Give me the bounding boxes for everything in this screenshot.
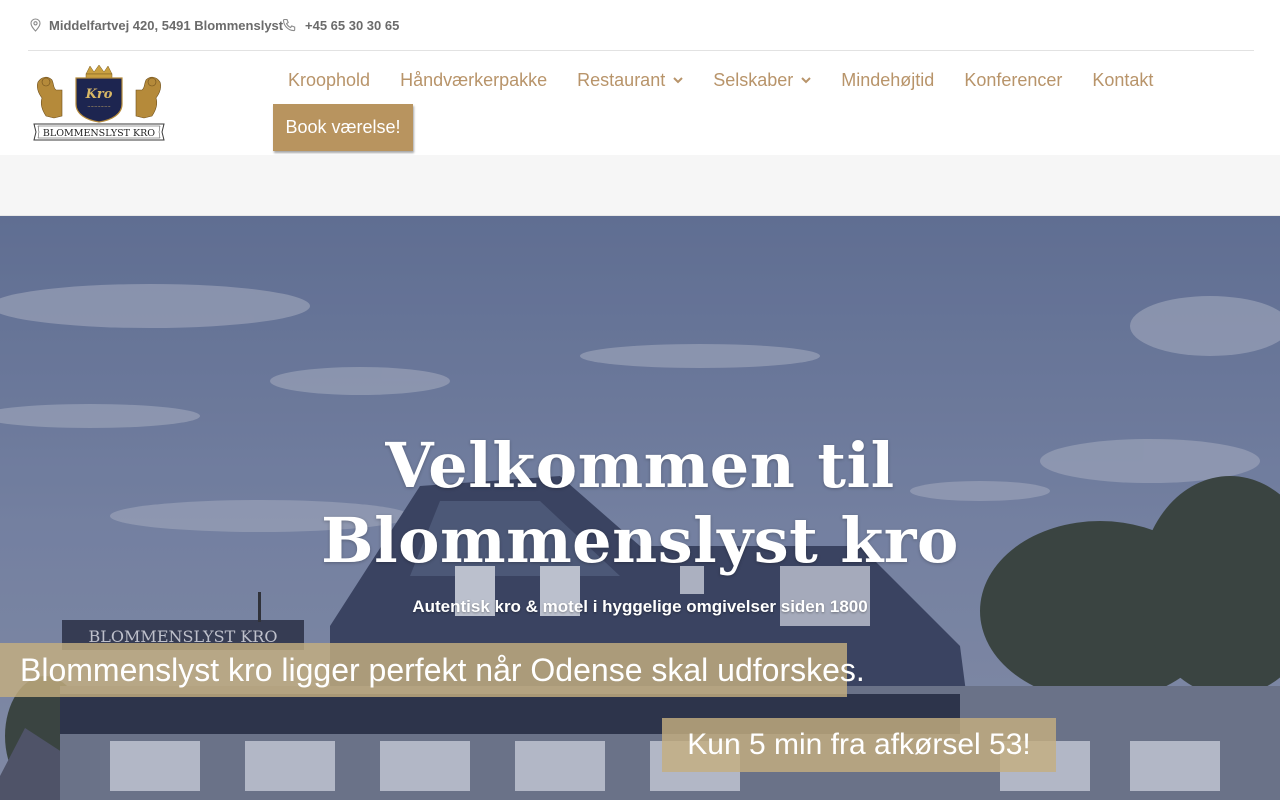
- logo-banner-text: BLOMMENSLYST KRO: [43, 128, 155, 139]
- nav-item-selskaber[interactable]: Selskaber: [698, 66, 826, 94]
- hero-exit-band: Kun 5 min fra afkørsel 53!: [662, 718, 1056, 772]
- book-room-button[interactable]: Book værelse!: [273, 104, 413, 151]
- nav-item-mindehoejtid[interactable]: Mindehøjtid: [826, 66, 949, 94]
- hero-section: BLOMMENSLYST KRO Velkommen til Blommensl…: [0, 216, 1280, 800]
- nav-item-konferencer[interactable]: Konferencer: [949, 66, 1077, 94]
- topbar-divider: [28, 50, 1254, 51]
- site-logo[interactable]: Kro ~~~~~~~ BLOMMENSLYST KRO: [32, 64, 166, 144]
- svg-text:~~~~~~~: ~~~~~~~: [87, 104, 110, 109]
- phone-icon: [282, 18, 296, 32]
- nav-item-haandvaerkerpakke[interactable]: Håndværkerpakke: [385, 66, 562, 94]
- hero-title-line1: Velkommen til: [385, 429, 895, 502]
- header-spacer-strip: [0, 155, 1280, 216]
- logo-emblem-text: Kro: [85, 87, 113, 102]
- nav-item-kontakt[interactable]: Kontakt: [1077, 66, 1168, 94]
- hero-title: Velkommen til Blommenslyst kro: [0, 428, 1280, 578]
- nav-item-kroophold[interactable]: Kroophold: [273, 66, 385, 94]
- phone-contact[interactable]: +45 65 30 30 65: [282, 16, 399, 34]
- nav-item-restaurant[interactable]: Restaurant: [562, 66, 698, 94]
- hero-subtitle: Autentisk kro & motel i hyggelige omgive…: [412, 597, 868, 616]
- address-contact[interactable]: Middelfartvej 420, 5491 Blommenslyst: [30, 16, 283, 34]
- top-contact-bar: Middelfartvej 420, 5491 Blommenslyst +45…: [0, 0, 1280, 51]
- hero-title-line2: Blommenslyst kro: [321, 504, 959, 577]
- map-pin-icon: [30, 18, 41, 32]
- address-text: Middelfartvej 420, 5491 Blommenslyst: [49, 17, 284, 33]
- main-navigation: Kroophold Håndværkerpakke Restaurant Sel…: [273, 66, 1168, 94]
- hero-location-band: Blommenslyst kro ligger perfekt når Oden…: [0, 643, 865, 697]
- chevron-down-icon: [673, 77, 683, 84]
- phone-text: +45 65 30 30 65: [305, 17, 400, 33]
- chevron-down-icon: [801, 77, 811, 84]
